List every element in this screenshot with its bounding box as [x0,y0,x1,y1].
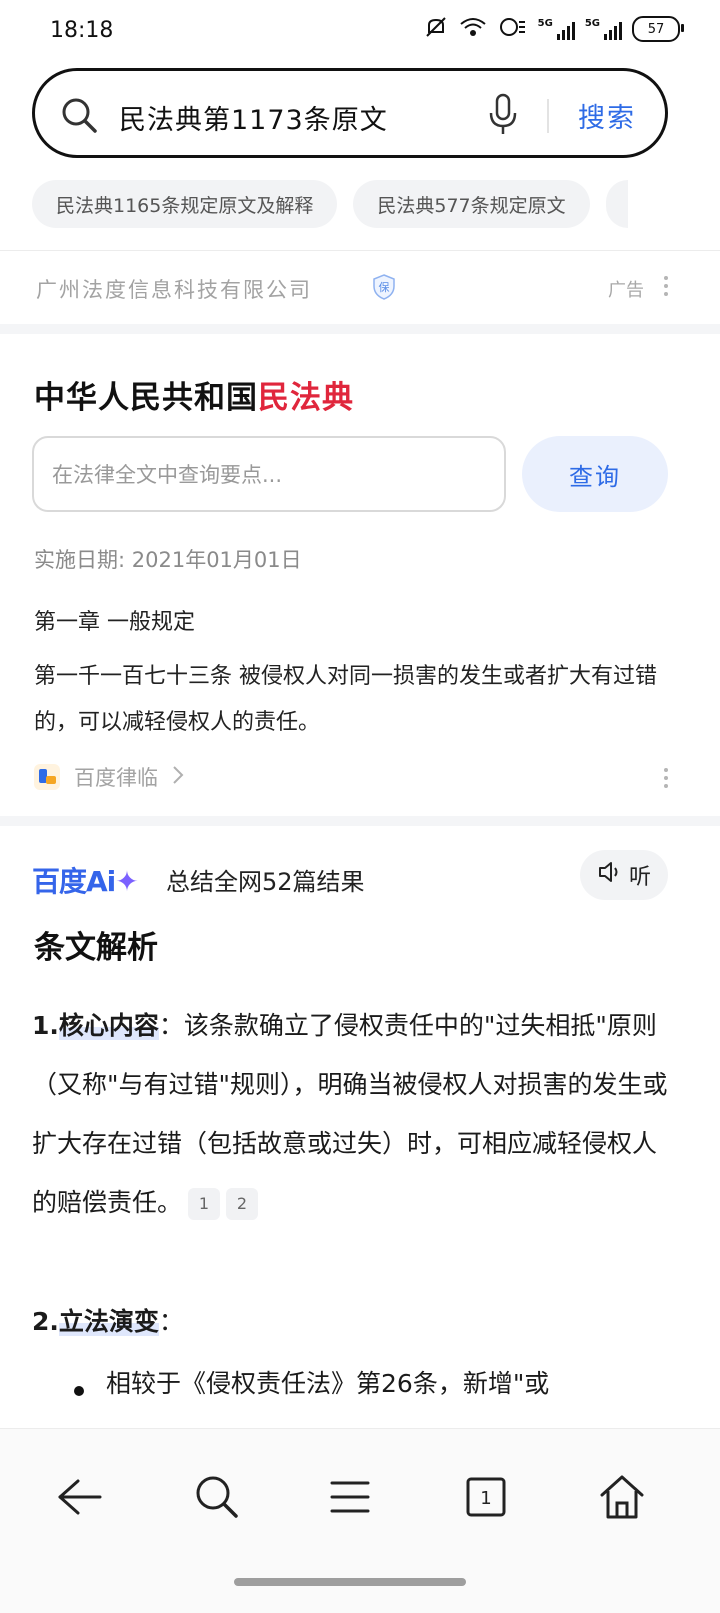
bullet-dot [74,1386,84,1396]
home-icon[interactable] [592,1467,652,1527]
search-divider [547,99,549,133]
keyword-highlight: 核心内容 [58,1011,159,1040]
section-separator [0,816,720,826]
sparkle-icon: ✦ [115,865,138,898]
battery-icon: 57 [632,16,684,42]
home-indicator[interactable] [234,1578,466,1586]
suggestion-chip-partial[interactable] [605,180,628,228]
chevron-right-icon [172,765,184,790]
chapter-heading: 第一章 一般规定 [34,610,195,635]
baidu-lawyer-logo-icon [34,764,60,790]
citation-badge[interactable]: 2 [226,1188,259,1220]
analysis-item-2: 2.立法演变： [32,1307,184,1336]
more-options-icon[interactable] [664,768,670,788]
article-text: 第一千一百七十三条 被侵权人对同一损害的发生或者扩大有过错的，可以减轻侵权人的责… [34,664,657,735]
law-card-title[interactable]: 中华人民共和国民法典 [34,372,354,417]
citation-badge[interactable]: 1 [188,1188,221,1220]
signal-icon-2: 5G [585,18,622,40]
ad-company[interactable]: 广州法度信息科技有限公司 [36,274,312,304]
microphone-icon[interactable] [487,93,519,137]
status-icons: 5G 5G 57 [424,16,684,42]
hd-call-icon [498,16,528,42]
status-time: 18:18 [50,18,114,43]
law-search-input[interactable]: 在法律全文中查询要点... [32,436,506,512]
search-input[interactable]: 民法典第1173条原文 [119,98,388,137]
speaker-icon [597,860,623,890]
analysis-item-1: 1.核心内容：该条款确立了侵权责任中的"过失相抵"原则（又称"与有过错"规则），… [32,996,672,1232]
search-button[interactable]: 搜索 [578,96,636,135]
source-link[interactable]: 百度律临 [34,762,184,792]
bullet-text: 相较于《侵权责任法》第26条，新增"或 [106,1369,550,1398]
keyword-highlight: 立法演变 [58,1307,159,1336]
listen-button[interactable]: 听 [580,850,668,900]
menu-icon[interactable] [320,1467,380,1527]
section-separator [0,324,720,334]
effective-date: 实施日期: 2021年01月01日 [34,548,302,572]
svg-text:1: 1 [480,1488,491,1509]
query-button[interactable]: 查询 [522,436,668,512]
suggestion-chips: 民法典1165条规定原文及解释 民法典577条规定原文 [32,180,628,228]
wifi-icon [458,16,488,42]
suggestion-chip[interactable]: 民法典1165条规定原文及解释 [32,180,338,228]
source-name: 百度律临 [74,766,158,790]
divider [0,250,720,251]
mute-icon [424,16,448,42]
more-options-icon[interactable] [664,276,670,296]
baidu-ai-logo: 百度Ai✦ [32,865,139,898]
search-icon[interactable] [186,1467,246,1527]
signal-icon-1: 5G [538,18,575,40]
shield-icon: 保 [372,274,396,300]
search-icon[interactable] [59,95,99,135]
ad-label: 广告 [608,280,644,301]
tabs-icon[interactable]: 1 [456,1467,516,1527]
analysis-title: 条文解析 [34,930,158,966]
status-bar: 18:18 5G 5G 57 [0,0,720,62]
back-arrow-icon[interactable] [50,1467,110,1527]
ad-row[interactable]: 广州法度信息科技有限公司 保 广告 [0,252,720,324]
svg-text:保: 保 [379,280,390,294]
ai-summary-count: 总结全网52篇结果 [166,868,365,896]
suggestion-chip[interactable]: 民法典577条规定原文 [353,180,590,228]
search-bar[interactable]: 民法典第1173条原文 搜索 [32,68,668,158]
